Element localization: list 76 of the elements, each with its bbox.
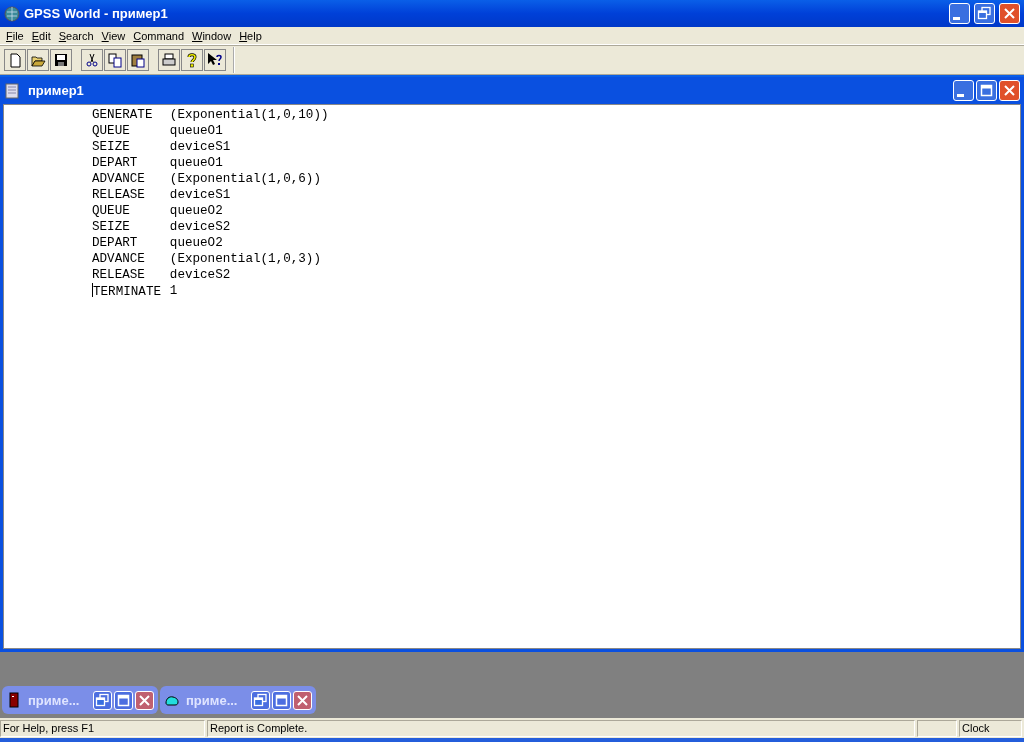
- opcode: ADVANCE: [92, 171, 146, 187]
- close-button[interactable]: [999, 80, 1020, 101]
- restore-icon: [94, 691, 111, 709]
- minimize-icon: [957, 93, 964, 97]
- minimize-button[interactable]: [949, 3, 970, 24]
- operand: deviceS1: [169, 139, 232, 155]
- opcode: RELEASE: [92, 267, 146, 283]
- copy-button[interactable]: [104, 49, 126, 71]
- opcode: ADVANCE: [92, 251, 146, 267]
- maximize-icon: [978, 82, 995, 99]
- opcode: GENERATE: [92, 107, 154, 123]
- operand: queueO1: [169, 155, 224, 171]
- menu-item[interactable]: View: [97, 29, 130, 42]
- window-title: GPSS World - пример1: [24, 6, 169, 21]
- menu-item[interactable]: Edit: [27, 29, 55, 42]
- floppy-icon: [53, 52, 69, 68]
- document-title: пример1: [27, 83, 85, 98]
- restore-button[interactable]: [251, 690, 270, 710]
- close-button[interactable]: [135, 690, 154, 710]
- operand: (Exponential(1,0,3)): [169, 251, 322, 267]
- help-button[interactable]: [181, 49, 203, 71]
- menu-item[interactable]: File: [2, 29, 28, 42]
- opcode: QUEUE: [92, 123, 131, 139]
- save-button[interactable]: [50, 49, 72, 71]
- status-pane: [917, 720, 957, 737]
- print-button[interactable]: [158, 49, 180, 71]
- operand: queueO2: [169, 235, 224, 251]
- operand: deviceS2: [169, 219, 232, 235]
- minimize-button[interactable]: [953, 80, 974, 101]
- menu-item[interactable]: Help: [235, 29, 266, 42]
- opcode: TERMINATE: [92, 283, 163, 300]
- globe-icon: [4, 5, 20, 22]
- status-pane: For Help, press F1: [0, 720, 205, 737]
- opcode: DEPART: [92, 235, 139, 251]
- scissors-icon: [84, 52, 100, 68]
- menu-item[interactable]: Window: [188, 29, 236, 42]
- opcode: QUEUE: [92, 203, 131, 219]
- operand: (Exponential(1,0,10)): [169, 107, 330, 123]
- opcode: RELEASE: [92, 187, 146, 203]
- opcode: SEIZE: [92, 139, 131, 155]
- page-icon: [7, 52, 23, 68]
- menu-item[interactable]: Search: [54, 29, 98, 42]
- restore-button[interactable]: [93, 690, 112, 710]
- minimized-title: приме...: [27, 692, 81, 708]
- opcode: DEPART: [92, 155, 139, 171]
- open-button[interactable]: [27, 49, 49, 71]
- document-icon: [4, 82, 20, 99]
- close-button[interactable]: [999, 3, 1020, 24]
- operand: (Exponential(1,0,6)): [169, 171, 322, 187]
- paste-button[interactable]: [127, 49, 149, 71]
- report-icon: [6, 692, 22, 708]
- new-file-button[interactable]: [4, 49, 26, 71]
- maximize-button[interactable]: [114, 690, 133, 710]
- maximize-button[interactable]: [272, 690, 291, 710]
- restore-button[interactable]: [974, 3, 995, 24]
- maximize-button[interactable]: [976, 80, 997, 101]
- status-pane: Report is Complete.: [207, 720, 915, 737]
- minimized-title: приме...: [185, 692, 239, 708]
- context-help-button[interactable]: [204, 49, 226, 71]
- cut-button[interactable]: [81, 49, 103, 71]
- printer-icon: [161, 52, 177, 68]
- pointer-help-icon: [207, 52, 223, 68]
- operand: deviceS1: [169, 187, 232, 203]
- operand: 1: [169, 283, 179, 300]
- menu-item[interactable]: Command: [129, 29, 188, 42]
- opcode: SEIZE: [92, 219, 131, 235]
- status-pane: Clock: [959, 720, 1022, 737]
- restore-icon: [976, 5, 993, 22]
- restore-icon: [252, 691, 269, 709]
- clipboard-icon: [130, 52, 146, 68]
- copy-icon: [107, 52, 123, 68]
- operand: queueO1: [169, 123, 224, 139]
- close-button[interactable]: [293, 690, 312, 710]
- minimize-icon: [953, 16, 960, 20]
- operand: queueO2: [169, 203, 224, 219]
- operand: deviceS2: [169, 267, 232, 283]
